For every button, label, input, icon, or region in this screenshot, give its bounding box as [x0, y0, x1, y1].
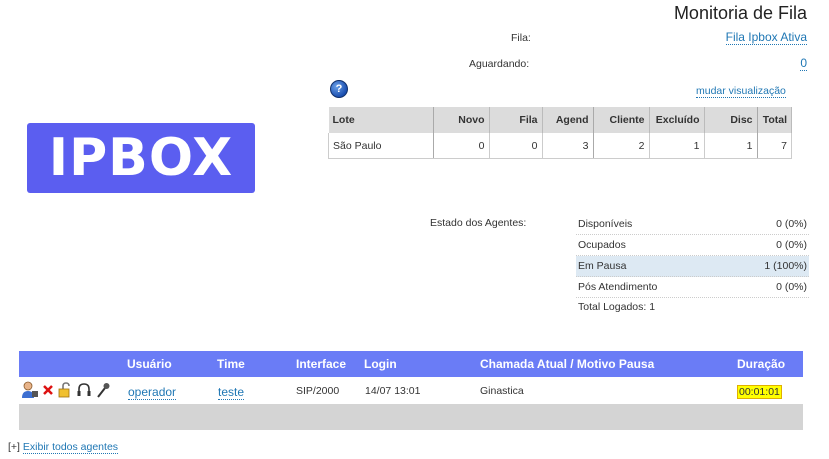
remove-x-icon[interactable]	[43, 385, 53, 395]
col-fila: Fila	[489, 107, 543, 133]
col-total: Total	[757, 107, 792, 133]
agent-call-status: Ginastica	[480, 385, 524, 397]
cell-disc: 1	[704, 133, 758, 159]
show-all-agents-link[interactable]: Exibir todos agentes	[22, 441, 119, 454]
agent-state-list: Disponíveis 0 (0%) Ocupados 0 (0%) Em Pa…	[576, 214, 809, 316]
cell-agend: 3	[542, 133, 594, 159]
cell-excluido: 1	[649, 133, 705, 159]
col-disc: Disc	[704, 107, 758, 133]
microphone-icon[interactable]	[96, 382, 110, 398]
cell-fila: 0	[489, 133, 543, 159]
agents-table-header: Usuário Time Interface Login Chamada Atu…	[19, 351, 803, 377]
logo-text: IPBOX	[48, 128, 234, 188]
change-view-link[interactable]: mudar visualização	[696, 85, 786, 98]
state-name: Ocupados	[578, 239, 626, 251]
aguardando-label: Aguardando:	[469, 58, 530, 70]
queue-table-header-row: Lote Novo Fila Agend Cliente Excluído Di…	[328, 107, 792, 133]
state-row-pos-atendimento: Pós Atendimento 0 (0%)	[576, 277, 809, 298]
cell-total: 7	[757, 133, 792, 159]
help-icon[interactable]: ?	[330, 80, 348, 98]
col-usuario: Usuário	[127, 357, 172, 371]
agent-team-link[interactable]: teste	[218, 385, 245, 400]
table-row: operador teste SIP/2000 14/07 13:01 Gina…	[19, 378, 803, 404]
state-name: Pós Atendimento	[578, 281, 658, 293]
col-interface: Interface	[296, 357, 347, 371]
col-login: Login	[364, 357, 397, 371]
col-cliente: Cliente	[593, 107, 650, 133]
col-duracao: Duração	[737, 357, 786, 371]
agents-table-footer	[19, 404, 803, 430]
state-value: 0 (0%)	[776, 281, 807, 293]
agent-duration: 00:01:01	[737, 385, 782, 399]
user-agent-icon[interactable]	[22, 381, 38, 399]
state-name: Disponíveis	[578, 218, 633, 230]
col-agend: Agend	[542, 107, 594, 133]
page-title: Monitoria de Fila	[673, 3, 807, 23]
cell-novo: 0	[433, 133, 490, 159]
agent-action-icons	[22, 381, 112, 399]
col-time: Time	[217, 357, 245, 371]
show-all-agents: [+] Exibir todos agentes	[8, 441, 119, 454]
col-chamada: Chamada Atual / Motivo Pausa	[480, 357, 655, 371]
col-excluido: Excluído	[649, 107, 705, 133]
headset-icon[interactable]	[77, 382, 91, 398]
state-row-em-pausa: Em Pausa 1 (100%)	[576, 256, 809, 277]
ipbox-logo: IPBOX	[27, 123, 255, 193]
agent-state-label: Estado dos Agentes:	[430, 217, 527, 229]
total-logados: Total Logados: 1	[578, 301, 656, 313]
state-row-disponiveis: Disponíveis 0 (0%)	[576, 214, 809, 235]
unlock-icon[interactable]	[58, 382, 72, 398]
state-row-ocupados: Ocupados 0 (0%)	[576, 235, 809, 256]
fila-value-link[interactable]: Fila Ipbox Ativa	[725, 30, 807, 45]
col-novo: Novo	[433, 107, 490, 133]
state-value: 0 (0%)	[776, 218, 807, 230]
agent-user-link[interactable]: operador	[128, 385, 177, 400]
table-row: São Paulo 0 0 3 2 1 1 7	[328, 133, 792, 159]
state-name: Em Pausa	[578, 260, 627, 272]
cell-lote: São Paulo	[328, 133, 434, 159]
fila-label: Fila:	[511, 32, 531, 44]
col-lote: Lote	[328, 107, 434, 133]
state-value: 0 (0%)	[776, 239, 807, 251]
agent-login-time: 14/07 13:01	[365, 385, 421, 397]
aguardando-value[interactable]: 0	[800, 56, 807, 71]
queue-table: Lote Novo Fila Agend Cliente Excluído Di…	[328, 107, 792, 159]
state-value: 1 (100%)	[764, 260, 807, 272]
expand-prefix[interactable]: [+]	[8, 441, 20, 453]
cell-cliente: 2	[593, 133, 650, 159]
agent-interface: SIP/2000	[296, 385, 340, 397]
